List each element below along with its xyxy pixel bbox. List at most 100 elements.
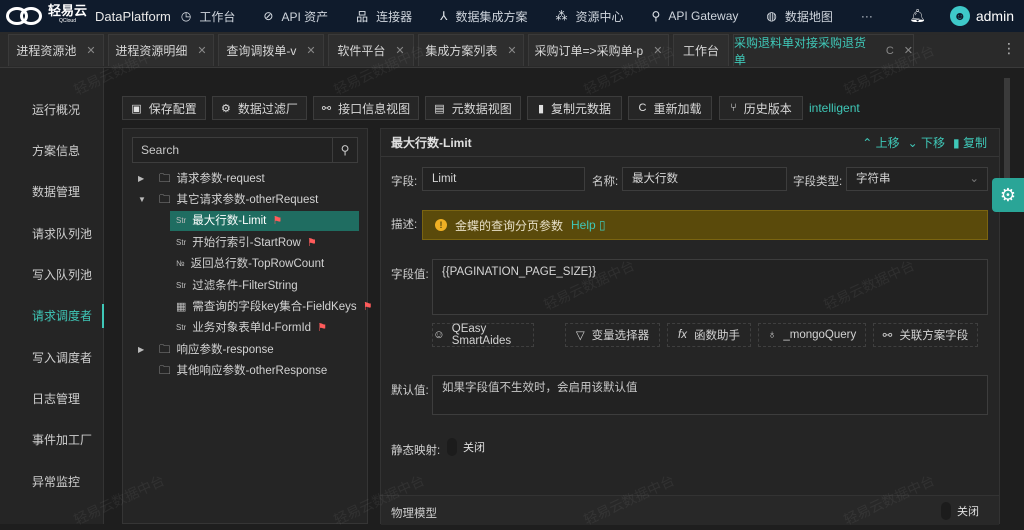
close-icon[interactable]: ✕ — [653, 44, 662, 57]
api-view-button[interactable]: ⚯接口信息视图 — [313, 96, 419, 120]
nav-data-map[interactable]: ◍数据地图 — [766, 8, 833, 25]
tree-node[interactable]: Str业务对象表单Id-FormId⚑ — [176, 318, 327, 338]
caret-right-icon[interactable]: ▶ — [138, 169, 144, 189]
smartaides-button[interactable]: ☺QEasy SmartAides — [432, 323, 534, 347]
physical-model-toggle[interactable]: 关闭 — [941, 502, 979, 520]
close-icon[interactable]: ✕ — [197, 44, 206, 57]
nav-connectors[interactable]: 品连接器 — [356, 8, 412, 25]
tab-bar: 进程资源池✕ 进程资源明细✕ 查询调拨单-v ✕ 软件平台✕ 集成方案列表 ✕ 采购… — [0, 32, 1024, 68]
refresh-icon[interactable]: C — [886, 45, 894, 57]
tree-node[interactable]: Str开始行索引-StartRow⚑ — [176, 233, 317, 253]
default-input[interactable]: 如果字段值不生效时，会启用该默认值 — [432, 375, 988, 415]
tab[interactable]: 集成方案列表 ✕ — [418, 34, 524, 66]
tab[interactable]: 进程资源池✕ — [8, 34, 104, 66]
sidebar-item[interactable]: 事件加工厂 — [0, 428, 104, 452]
avatar[interactable]: ☻ — [950, 6, 970, 26]
tab[interactable]: 采购订单=>采购单-p✕ — [528, 34, 669, 66]
tab[interactable]: 查询调拨单-v ✕ — [218, 34, 324, 66]
move-down-button[interactable]: ⌄ 下移 — [908, 129, 945, 157]
tree-node[interactable]: ▶🗀响应参数-response — [159, 340, 274, 360]
copy-icon: ▮ — [953, 136, 960, 150]
nav-integration[interactable]: ⅄数据集成方案 — [440, 8, 527, 25]
function-helper-button[interactable]: fx函数助手 — [667, 323, 751, 347]
help-link[interactable]: Help ▯ — [571, 218, 606, 232]
aide-label: _mongoQuery — [783, 329, 856, 341]
search-icon[interactable]: ⚲ — [332, 138, 357, 162]
static-mapping-toggle[interactable]: 关闭 — [447, 438, 485, 456]
metadata-view-button[interactable]: ▤元数据视图 — [425, 96, 521, 120]
folder-icon: 🗀 — [159, 169, 171, 189]
copy-metadata-button[interactable]: ▮复制元数据 — [527, 96, 622, 120]
tree-node[interactable]: ▶🗀请求参数-request — [159, 169, 265, 189]
sidebar-item[interactable]: 日志管理 — [0, 387, 104, 411]
copy-button[interactable]: ▮ 复制 — [953, 129, 987, 157]
sidebar-item-active[interactable]: 请求调度者 — [0, 304, 104, 328]
variable-selector-button[interactable]: ▽变量选择器 — [565, 323, 660, 347]
save-config-button[interactable]: ▣保存配置 — [122, 96, 206, 120]
reload-button[interactable]: C重新加载 — [628, 96, 712, 120]
tree-node[interactable]: ▦需查询的字段key集合-FieldKeys⚑ — [176, 297, 373, 317]
history-button[interactable]: ⑂历史版本 — [719, 96, 803, 120]
network-icon: ⅄ — [440, 9, 447, 23]
close-icon[interactable]: ✕ — [904, 44, 913, 57]
tab[interactable]: 工作台 — [673, 34, 729, 66]
mongo-query-button[interactable]: ♁ _mongoQuery — [758, 323, 866, 347]
close-icon[interactable]: ✕ — [86, 44, 95, 57]
close-icon[interactable]: ✕ — [507, 44, 516, 57]
nav-resources[interactable]: ⁂资源中心 — [556, 8, 624, 25]
user-name[interactable]: admin — [976, 8, 1014, 24]
tree-node[interactable]: ▼🗀其它请求参数-otherRequest — [159, 190, 318, 210]
nav-api-assets[interactable]: ⊘API 资产 — [263, 8, 328, 25]
close-icon[interactable]: ✕ — [395, 44, 404, 57]
folder-icon: 🗀 — [159, 190, 171, 210]
tree-node[interactable]: 🗀其他响应参数-otherResponse — [159, 361, 327, 381]
caret-down-icon[interactable]: ▼ — [138, 190, 146, 210]
tree-node[interactable]: №返回总行数-TopRowCount — [176, 254, 324, 274]
description-alert: !金蝶的查询分页参数Help ▯ — [422, 210, 988, 240]
value-textarea[interactable]: {{PAGINATION_PAGE_SIZE}} — [432, 259, 988, 315]
help-label: Help — [571, 218, 596, 232]
tree-node-selected[interactable]: Str最大行数-Limit⚑ — [170, 211, 359, 231]
type-select[interactable]: 字符串⌄ — [846, 167, 988, 191]
field-input[interactable]: Limit — [422, 167, 585, 191]
branch-icon: ⑂ — [730, 102, 737, 114]
node-label: 需查询的字段key集合-FieldKeys — [192, 297, 356, 317]
tab[interactable]: 软件平台✕ — [328, 34, 414, 66]
field-detail-panel: 最大行数-Limit ⌃ 上移 ⌄ 下移 ▮ 复制 字段: Limit 名称: … — [380, 128, 1000, 524]
search-input[interactable]: Search⚲ — [132, 137, 358, 163]
settings-gear-button[interactable]: ⚙ — [992, 178, 1024, 212]
sidebar-item[interactable]: 写入队列池 — [0, 263, 104, 287]
link-scheme-field-button[interactable]: ⚯关联方案字段 — [873, 323, 978, 347]
sidebar-item[interactable]: 写入调度者 — [0, 346, 104, 370]
node-label: 响应参数-response — [177, 340, 274, 360]
logo[interactable]: 轻易云QCloud — [6, 5, 87, 27]
move-up-button[interactable]: ⌃ 上移 — [862, 129, 899, 157]
sidebar-item[interactable]: 异常监控 — [0, 470, 104, 494]
data-filter-button[interactable]: ⚙数据过滤厂 — [212, 96, 307, 120]
nav-api-gateway[interactable]: ⚲API Gateway — [652, 9, 739, 23]
tab[interactable]: 进程资源明细✕ — [108, 34, 214, 66]
intelligent-tag[interactable]: intelligent — [809, 101, 860, 115]
close-icon[interactable]: ✕ — [306, 44, 315, 57]
bell-icon[interactable]: 🔔︎ — [909, 8, 926, 24]
name-input[interactable]: 最大行数 — [622, 167, 787, 191]
bulb-icon: ♁ — [768, 329, 777, 341]
action-label: 复制 — [963, 136, 987, 150]
clock-icon: ◷ — [181, 9, 191, 23]
tab-label: 查询调拨单-v — [226, 42, 296, 59]
toggle-label: 关闭 — [463, 439, 485, 455]
tab-active[interactable]: 采购退料单对接采购退货单C✕ — [733, 34, 914, 66]
terminal-icon: ▤ — [434, 102, 444, 115]
nav-workbench[interactable]: ◷工作台 — [181, 8, 236, 25]
sidebar-item[interactable]: 运行概况 — [0, 98, 104, 122]
nav-more[interactable]: ··· — [861, 9, 873, 23]
sidebar-item[interactable]: 数据管理 — [0, 180, 104, 204]
sidebar-item[interactable]: 方案信息 — [0, 139, 104, 163]
kebab-menu-icon[interactable]: ⋮ — [1002, 40, 1016, 57]
sidebar-item[interactable]: 请求队列池 — [0, 222, 104, 246]
caret-right-icon[interactable]: ▶ — [138, 340, 144, 360]
tab-label: 集成方案列表 — [425, 42, 497, 59]
toggle-label: 关闭 — [957, 503, 979, 519]
node-label: 请求参数-request — [177, 169, 265, 189]
tree-node[interactable]: Str过滤条件-FilterString — [176, 276, 298, 296]
